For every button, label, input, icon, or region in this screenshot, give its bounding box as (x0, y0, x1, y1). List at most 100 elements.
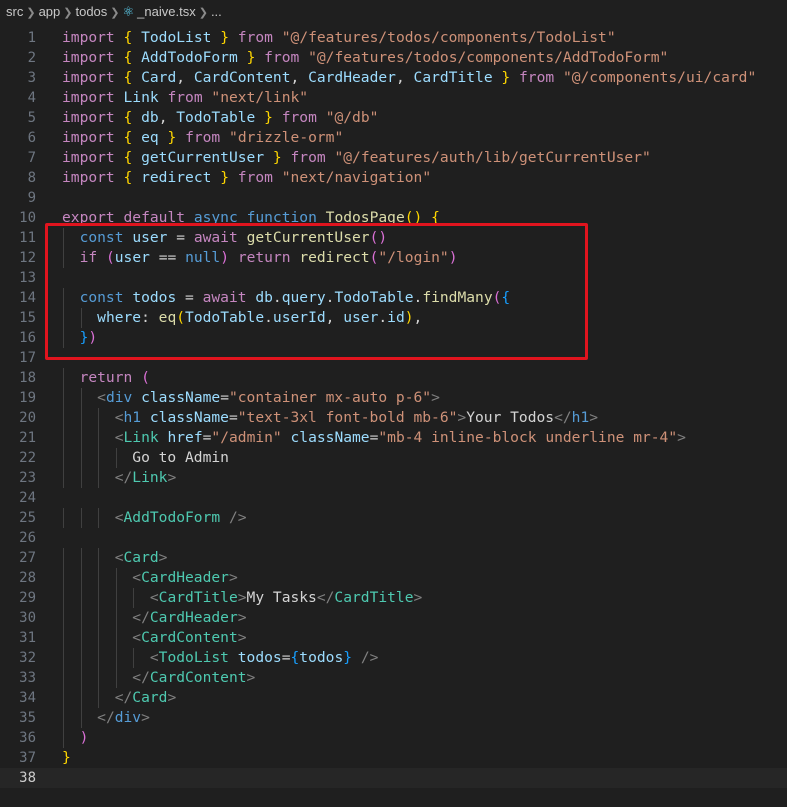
line-number: 24 (19, 490, 36, 506)
line-number: 30 (19, 610, 36, 626)
line-number: 19 (19, 390, 36, 406)
code-text: <Card> (114, 549, 168, 566)
line-number: 33 (19, 670, 36, 686)
code-text: import { eq } from "drizzle-orm" (62, 129, 344, 146)
code-text: </Card> (114, 689, 177, 706)
line-number: 35 (19, 710, 36, 726)
code-text: import { TodoList } from "@/features/tod… (62, 29, 616, 46)
code-line[interactable]: 25 <AddTodoForm /> (0, 508, 787, 528)
code-text: } (62, 749, 71, 766)
code-line[interactable]: 38 (0, 768, 787, 788)
line-number: 20 (19, 410, 36, 426)
code-text: <h1 className="text-3xl font-bold mb-6">… (114, 409, 599, 426)
line-number: 26 (19, 530, 36, 546)
code-text: ) (79, 729, 89, 746)
code-line[interactable]: 21 <Link href="/admin" className="mb-4 i… (0, 428, 787, 448)
code-line[interactable]: 28 <CardHeader> (0, 568, 787, 588)
code-text: <TodoList todos={todos} /> (149, 649, 379, 666)
code-line[interactable]: 5 import { db, TodoTable } from "@/db" (0, 108, 787, 128)
line-number: 8 (27, 170, 36, 186)
code-line[interactable]: 18 return ( (0, 368, 787, 388)
code-text: <AddTodoForm /> (114, 509, 247, 526)
line-number: 18 (19, 370, 36, 386)
code-line[interactable]: 23 </Link> (0, 468, 787, 488)
line-number: 34 (19, 690, 36, 706)
line-number: 15 (19, 310, 36, 326)
code-line[interactable]: 36 ) (0, 728, 787, 748)
code-line[interactable]: 33 </CardContent> (0, 668, 787, 688)
breadcrumb: src ❯ app ❯ todos ❯ ⚛ _naive.tsx ❯... (0, 0, 787, 28)
chevron-right-icon: ❯ (198, 7, 208, 19)
line-number: 7 (27, 150, 36, 166)
line-number: 22 (19, 450, 36, 466)
line-number: 37 (19, 750, 36, 766)
line-number: 36 (19, 730, 36, 746)
code-line[interactable]: 24 (0, 488, 787, 508)
code-line[interactable]: 22 Go to Admin (0, 448, 787, 468)
code-text: import { AddTodoForm } from "@/features/… (62, 49, 669, 66)
code-text: import { Card, CardContent, CardHeader, … (62, 69, 757, 86)
code-text: </CardHeader> (132, 609, 247, 626)
breadcrumb-todos[interactable]: todos (75, 4, 107, 19)
line-number: 31 (19, 630, 36, 646)
code-line[interactable]: 6 import { eq } from "drizzle-orm" (0, 128, 787, 148)
code-text: </CardContent> (132, 669, 256, 686)
line-number: 17 (19, 350, 36, 366)
code-line[interactable]: 31 <CardContent> (0, 628, 787, 648)
line-number: 16 (19, 330, 36, 346)
chevron-right-icon: ❯ (63, 7, 73, 19)
code-line[interactable]: 32 <TodoList todos={todos} /> (0, 648, 787, 668)
code-text: Go to Admin (62, 449, 229, 466)
code-text: <div className="container mx-auto p-6"> (97, 389, 440, 406)
line-number: 38 (19, 770, 36, 786)
line-number: 21 (19, 430, 36, 446)
code-text: <CardContent> (132, 629, 247, 646)
line-number: 1 (27, 30, 36, 46)
react-icon: ⚛ (122, 4, 135, 19)
line-number: 32 (19, 650, 36, 666)
code-text: </Link> (114, 469, 177, 486)
code-line[interactable]: 35 </div> (0, 708, 787, 728)
line-number: 29 (19, 590, 36, 606)
code-line[interactable]: 27 <Card> (0, 548, 787, 568)
breadcrumb-app[interactable]: app (39, 4, 61, 19)
code-text: <CardTitle>My Tasks</CardTitle> (149, 589, 423, 606)
code-line[interactable]: 37} (0, 748, 787, 768)
code-line[interactable]: 3 import { Card, CardContent, CardHeader,… (0, 68, 787, 88)
line-number: 5 (27, 110, 36, 126)
code-text: import { redirect } from "next/navigatio… (62, 169, 432, 186)
code-text: </div> (97, 709, 150, 726)
code-line[interactable]: 9 (0, 188, 787, 208)
code-line[interactable]: 30 </CardHeader> (0, 608, 787, 628)
line-number: 28 (19, 570, 36, 586)
code-line[interactable]: 29 <CardTitle>My Tasks</CardTitle> (0, 588, 787, 608)
chevron-right-icon: ❯ (110, 7, 120, 19)
code-line[interactable]: 19 <div className="container mx-auto p-6… (0, 388, 787, 408)
highlight-box (45, 223, 588, 360)
code-text: return ( (79, 369, 150, 386)
code-line[interactable]: 26 (0, 528, 787, 548)
chevron-right-icon: ❯ (26, 7, 36, 19)
line-number: 4 (27, 90, 36, 106)
breadcrumb-file[interactable]: _naive.tsx (137, 4, 196, 19)
line-number: 27 (19, 550, 36, 566)
code-text: import { db, TodoTable } from "@/db" (62, 109, 379, 126)
line-number: 12 (19, 250, 36, 266)
code-line[interactable]: 4 import Link from "next/link" (0, 88, 787, 108)
code-line[interactable]: 34 </Card> (0, 688, 787, 708)
code-text: <Link href="/admin" className="mb-4 inli… (114, 429, 686, 446)
breadcrumb-src[interactable]: src (6, 4, 23, 19)
code-line[interactable]: 20 <h1 className="text-3xl font-bold mb-… (0, 408, 787, 428)
code-text: <CardHeader> (132, 569, 238, 586)
line-number: 13 (19, 270, 36, 286)
line-number: 3 (27, 70, 36, 86)
line-number: 2 (27, 50, 36, 66)
code-editor[interactable]: 1 import { TodoList } from "@/features/to… (0, 28, 787, 788)
breadcrumb-symbols[interactable]: ... (211, 4, 222, 19)
code-line[interactable]: 8 import { redirect } from "next/navigati… (0, 168, 787, 188)
line-number: 9 (27, 190, 36, 206)
code-line[interactable]: 1 import { TodoList } from "@/features/to… (0, 28, 787, 48)
code-line[interactable]: 2 import { AddTodoForm } from "@/features… (0, 48, 787, 68)
code-text: import Link from "next/link" (62, 89, 309, 106)
code-line[interactable]: 7 import { getCurrentUser } from "@/featu… (0, 148, 787, 168)
